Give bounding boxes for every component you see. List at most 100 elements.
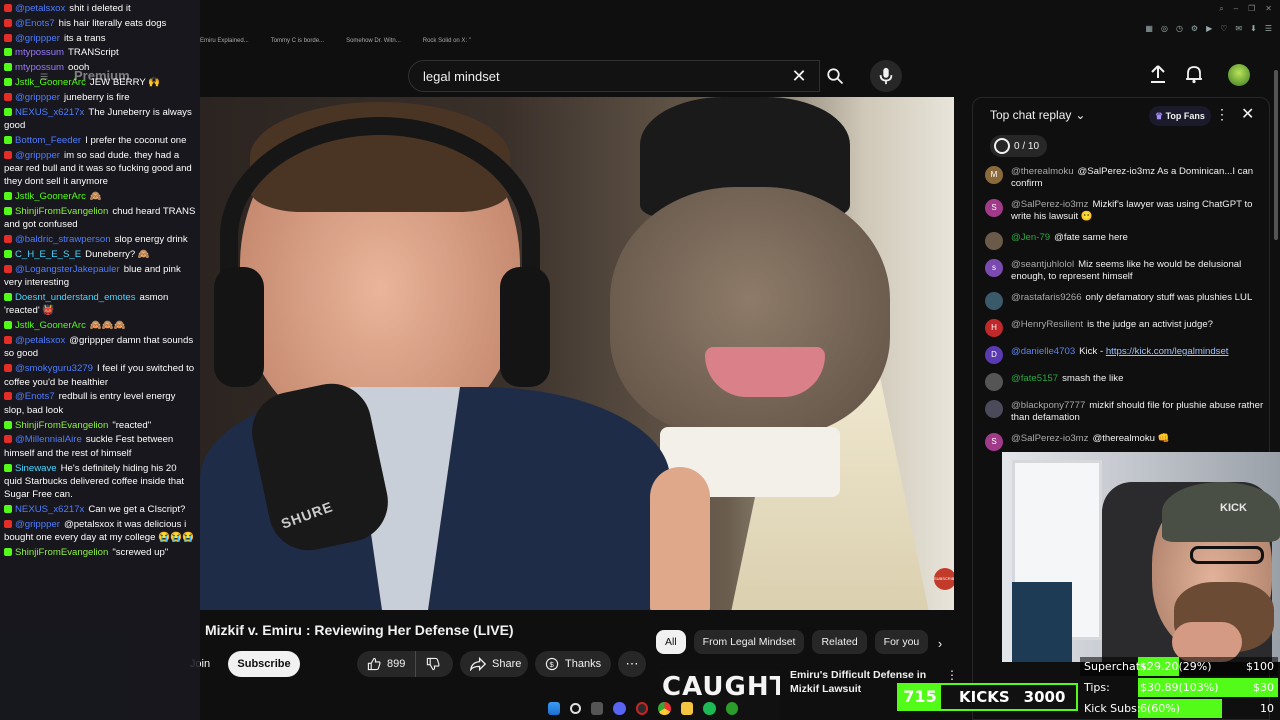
chat-scrollbar[interactable] <box>1274 70 1278 240</box>
extension-icon[interactable]: ▦ <box>1145 24 1153 33</box>
chat-author[interactable]: @HenryResilient <box>1011 319 1083 330</box>
donation-stats: Superchats: $29.20(29%) $100 Tips: $30.89(10… <box>1080 657 1278 720</box>
menu-icon[interactable]: ≡ <box>40 68 48 84</box>
browser-tab[interactable]: Emiru Explained... <box>200 38 249 44</box>
close-icon[interactable]: ✕ <box>1265 4 1272 14</box>
top-fans-button[interactable]: ♛ Top Fans <box>1149 106 1211 126</box>
extension-icon[interactable]: ⬇ <box>1250 24 1257 33</box>
extension-icon[interactable]: ♡ <box>1220 24 1227 33</box>
close-icon[interactable]: ✕ <box>1241 104 1254 124</box>
chat-author[interactable]: @fate5157 <box>1011 373 1058 384</box>
search-input[interactable]: legal mindset <box>408 60 820 92</box>
minimize-icon[interactable]: – <box>1234 4 1238 14</box>
chat-avatar[interactable] <box>985 373 1003 391</box>
extension-icon[interactable]: ✉ <box>1235 24 1242 33</box>
search-query: legal mindset <box>423 68 500 84</box>
chip-from-legal-mindset[interactable]: From Legal Mindset <box>693 630 805 654</box>
like-dislike-group: 899 <box>357 651 453 677</box>
upload-button[interactable] <box>1148 64 1170 86</box>
chat-avatar[interactable]: S <box>985 199 1003 217</box>
chat-avatar[interactable]: S <box>985 433 1003 451</box>
search-button[interactable] <box>820 60 850 92</box>
spotify-icon[interactable] <box>703 701 716 715</box>
chat-author[interactable]: @rastafaris9266 <box>1011 292 1082 303</box>
chat-author[interactable]: @Jen-79 <box>1011 232 1050 243</box>
chat-author[interactable]: @SalPerez-io3mz <box>1011 433 1088 444</box>
chat-author[interactable]: @SalPerez-io3mz <box>1011 199 1088 210</box>
chat-avatar[interactable] <box>985 400 1003 418</box>
subscribe-watermark[interactable]: SUBSCRIBE <box>934 568 954 590</box>
task-view-icon[interactable] <box>591 701 604 715</box>
more-actions-button[interactable]: ⋯ <box>618 651 646 677</box>
thanks-button[interactable]: $ Thanks <box>535 651 611 677</box>
kick-icon <box>4 107 12 116</box>
subscribe-button[interactable]: Subscribe <box>228 651 300 677</box>
chat-author[interactable]: @danielle4703 <box>1011 346 1075 357</box>
youtube-premium-logo[interactable]: Premium <box>74 68 130 83</box>
file-explorer-icon[interactable] <box>680 701 694 715</box>
chat-avatar[interactable] <box>985 292 1003 310</box>
search-icon[interactable]: ⌕ <box>1219 4 1223 14</box>
chat-text: smash the like <box>1062 373 1124 384</box>
notifications-button[interactable] <box>1184 64 1206 86</box>
chip-related[interactable]: Related <box>812 630 867 654</box>
kick-icon <box>4 505 12 514</box>
browser-tab[interactable]: Tommy C is borde... <box>271 38 324 44</box>
chat-message-body: @SalPerez-io3mz Mizkif's lawyer was using… <box>1011 199 1265 223</box>
chat-avatar[interactable] <box>985 232 1003 250</box>
clear-search-icon[interactable]: ✕ <box>789 66 809 86</box>
extension-icon[interactable]: ◎ <box>1161 24 1168 33</box>
overlay-chat-user: C_H_E_E_S_E <box>15 248 82 260</box>
chat-message-body: @fate5157 smash the like <box>1011 373 1265 391</box>
monitor-background <box>1012 582 1072 662</box>
chevron-right-icon[interactable]: › <box>932 636 948 652</box>
stat-goal: $30 <box>1253 681 1274 694</box>
chat-more-icon[interactable]: ⋮ <box>1215 106 1229 123</box>
voice-search-button[interactable] <box>870 60 902 92</box>
chat-author[interactable]: @seantjuhlolol <box>1011 259 1074 270</box>
discord-icon[interactable] <box>613 701 626 715</box>
chat-goal[interactable]: 0 / 10 <box>990 135 1048 157</box>
chat-avatar[interactable]: M <box>985 166 1003 184</box>
chat-message: @rastafaris9266 only defamatory stuff was… <box>985 292 1265 310</box>
extension-icon[interactable]: ▶ <box>1206 24 1212 33</box>
overlay-chat-message: Bottom_Feeder I prefer the coconut one <box>4 134 196 147</box>
xbox-icon[interactable] <box>725 701 738 715</box>
overlay-chat-message: @petalsxox shit i deleted it <box>4 2 196 15</box>
related-more-icon[interactable]: ⋮ <box>946 668 958 682</box>
chat-mode-dropdown[interactable]: Top chat replay ⌄ <box>990 108 1085 122</box>
account-avatar[interactable] <box>1228 64 1250 86</box>
chat-message-body: @SalPerez-io3mz @therealmoku 👊 <box>1011 433 1265 451</box>
overlay-chat-message: @grippper its a trans <box>4 32 196 45</box>
stat-label: Kick Subs: <box>1084 702 1141 715</box>
obs-icon[interactable] <box>635 701 649 715</box>
stat-goal: 10 <box>1260 702 1274 715</box>
share-button[interactable]: Share <box>460 651 528 677</box>
extension-icon[interactable]: ⚙ <box>1191 24 1198 33</box>
chat-author[interactable]: @therealmoku <box>1011 166 1074 177</box>
windows-start-icon[interactable] <box>548 701 561 715</box>
browser-tab[interactable]: Rock Solid on X: " <box>423 38 471 44</box>
youtube-icon <box>4 392 12 401</box>
chip-all[interactable]: All <box>656 630 686 654</box>
overlay-chat-user: @petalsxox <box>15 334 66 346</box>
extension-icon[interactable]: ◷ <box>1176 24 1183 33</box>
chat-messages: M @therealmoku @SalPerez-io3mz As a Domini… <box>985 166 1265 460</box>
kick-icon <box>4 63 12 72</box>
chat-author[interactable]: @blackpony7777 <box>1011 400 1085 411</box>
browser-tab[interactable]: Somehow Dr. Witn... <box>346 38 401 44</box>
chip-for-you[interactable]: For you <box>874 630 929 654</box>
search-icon[interactable] <box>570 702 582 714</box>
dislike-button[interactable] <box>416 651 450 677</box>
chat-link[interactable]: https://kick.com/legalmindset <box>1106 346 1229 357</box>
like-button[interactable]: 899 <box>357 651 417 677</box>
chat-avatar[interactable]: H <box>985 319 1003 337</box>
chat-message: M @therealmoku @SalPerez-io3mz As a Domini… <box>985 166 1265 190</box>
video-player[interactable]: SHURE SUBSCRIBE <box>200 97 954 610</box>
extension-icon[interactable]: ☰ <box>1265 24 1272 33</box>
restore-icon[interactable]: ❐ <box>1248 4 1255 14</box>
overlay-chat-text: Can we get a CIscript? <box>88 504 186 516</box>
chrome-icon[interactable] <box>658 701 671 715</box>
chat-avatar[interactable]: D <box>985 346 1003 364</box>
chat-avatar[interactable]: s <box>985 259 1003 277</box>
